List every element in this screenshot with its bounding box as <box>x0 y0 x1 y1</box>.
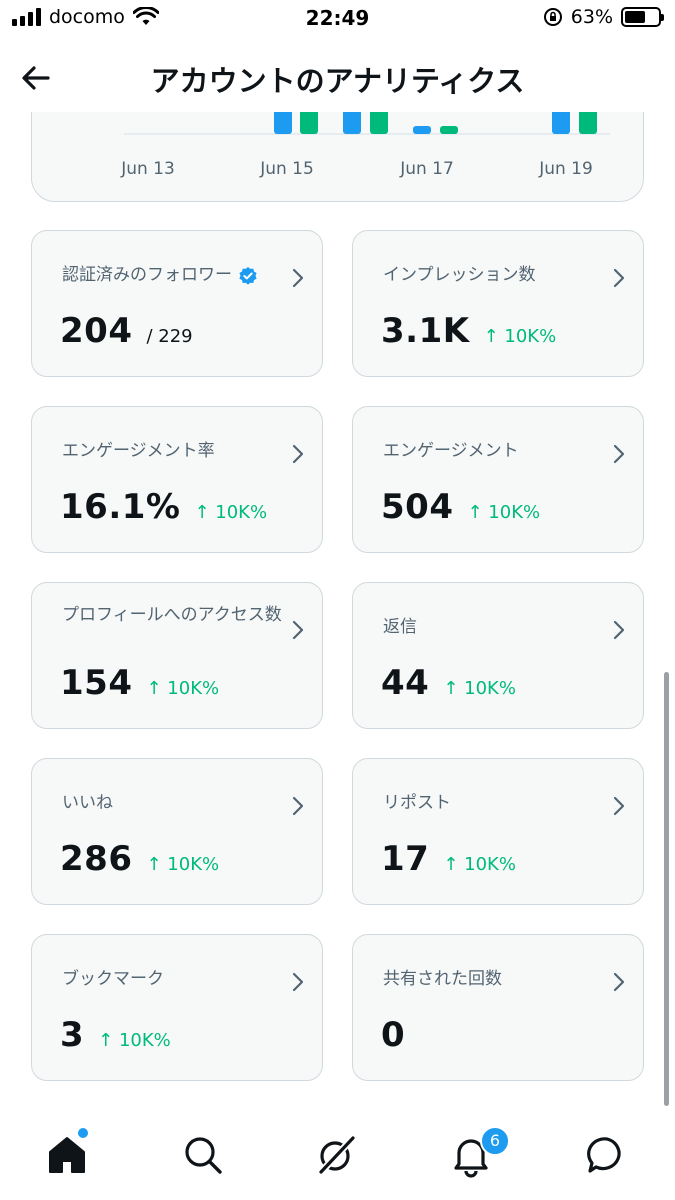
stat-value: 286 <box>60 839 133 879</box>
stat-card-engagements[interactable]: エンゲージメント 504 ↑ 10K% <box>352 406 644 553</box>
stat-label: リポスト <box>383 793 451 813</box>
stat-label: プロフィールへのアクセス数 <box>62 605 282 625</box>
chevron-right-icon <box>292 444 304 464</box>
orientation-lock-icon <box>543 8 562 26</box>
chevron-right-icon <box>292 796 304 816</box>
stat-total: / 229 <box>146 326 193 347</box>
chevron-right-icon <box>613 444 625 464</box>
chart-bar <box>413 126 431 134</box>
chevron-right-icon <box>613 796 625 816</box>
stat-card-profile-visits[interactable]: プロフィールへのアクセス数 154 ↑ 10K% <box>31 582 323 729</box>
stat-delta: ↑ 10K% <box>194 502 268 523</box>
stat-delta: ↑ 10K% <box>443 678 516 699</box>
messages-icon[interactable] <box>584 1132 630 1178</box>
bar-chart: Jun 13 Jun 15 Jun 17 Jun 19 <box>120 112 610 179</box>
stat-card-likes[interactable]: いいね 286 ↑ 10K% <box>31 758 323 905</box>
x-tick-label: Jun 19 <box>538 159 593 179</box>
stat-label: 共有された回数 <box>383 969 502 989</box>
search-icon[interactable] <box>180 1132 226 1178</box>
stat-label: 認証済みのフォロワー <box>62 265 258 286</box>
stat-value: 16.1% <box>60 487 181 527</box>
stat-value: 3 <box>60 1015 85 1055</box>
battery-percent: 63% <box>570 6 613 28</box>
header: アカウントのアナリティクス <box>0 40 675 112</box>
home-unread-dot <box>78 1128 88 1138</box>
stat-value: 3.1K <box>381 311 470 351</box>
stat-label: エンゲージメント <box>383 441 519 461</box>
stat-delta: ↑ 10K% <box>98 1030 171 1051</box>
stat-value: 504 <box>381 487 454 527</box>
stat-card-bookmarks[interactable]: ブックマーク 3 ↑ 10K% <box>31 934 323 1081</box>
status-bar: docomo 22:49 63% <box>0 0 675 40</box>
stat-delta: ↑ 10K% <box>146 854 220 875</box>
chart-bar <box>370 112 388 134</box>
stat-value: 0 <box>381 1015 406 1055</box>
x-tick-label: Jun 15 <box>259 159 314 179</box>
stat-card-reposts[interactable]: リポスト 17 ↑ 10K% <box>352 758 644 905</box>
stat-card-impressions[interactable]: インプレッション数 3.1K ↑ 10K% <box>352 230 644 377</box>
chevron-right-icon <box>613 268 625 288</box>
chart-bar <box>440 126 458 134</box>
page-title: アカウントのアナリティクス <box>150 64 525 98</box>
stat-delta: ↑ 10K% <box>146 678 220 699</box>
scrollbar[interactable] <box>664 672 669 1106</box>
stat-card-replies[interactable]: 返信 44 ↑ 10K% <box>352 582 644 729</box>
bottom-nav <box>0 1112 675 1200</box>
chevron-right-icon <box>292 268 304 288</box>
chart-bar <box>274 112 292 134</box>
stat-card-shares[interactable]: 共有された回数 0 <box>352 934 644 1081</box>
home-icon[interactable] <box>44 1132 90 1178</box>
stat-value: 44 <box>381 663 430 703</box>
stat-label: エンゲージメント率 <box>62 441 215 461</box>
x-tick-label: Jun 13 <box>120 159 175 179</box>
notification-badge: 6 <box>480 1126 510 1156</box>
stat-card-verified-followers[interactable]: 認証済みのフォロワー 204 / 229 <box>31 230 323 377</box>
stat-label: 返信 <box>383 617 417 637</box>
verified-badge-icon <box>239 266 257 285</box>
stat-card-engagement-rate[interactable]: エンゲージメント率 16.1% ↑ 10K% <box>31 406 323 553</box>
stat-delta: ↑ 10K% <box>443 854 516 875</box>
chart-bar <box>343 112 361 134</box>
battery-icon <box>621 7 664 27</box>
stat-delta: ↑ 10K% <box>483 326 557 347</box>
chart-bar <box>300 112 318 134</box>
chevron-right-icon <box>613 620 625 640</box>
stat-label: ブックマーク <box>62 969 164 989</box>
chevron-right-icon <box>292 972 304 992</box>
x-tick-label: Jun 17 <box>399 159 454 179</box>
stat-delta: ↑ 10K% <box>467 502 541 523</box>
stat-label: インプレッション数 <box>383 265 536 285</box>
stat-value: 154 <box>60 663 133 703</box>
chart-bar <box>579 112 597 134</box>
stat-label: いいね <box>62 793 113 813</box>
stat-value: 17 <box>381 839 430 879</box>
grok-icon[interactable] <box>313 1132 359 1178</box>
chevron-right-icon <box>613 972 625 992</box>
chart-card: Jun 13 Jun 15 Jun 17 Jun 19 <box>31 112 644 202</box>
analytics-content[interactable]: Jun 13 Jun 15 Jun 17 Jun 19 認証済みのフォロワー 2… <box>0 112 675 1112</box>
chevron-right-icon <box>292 620 304 640</box>
chart-bar <box>552 112 570 134</box>
stat-value: 204 <box>60 311 133 351</box>
